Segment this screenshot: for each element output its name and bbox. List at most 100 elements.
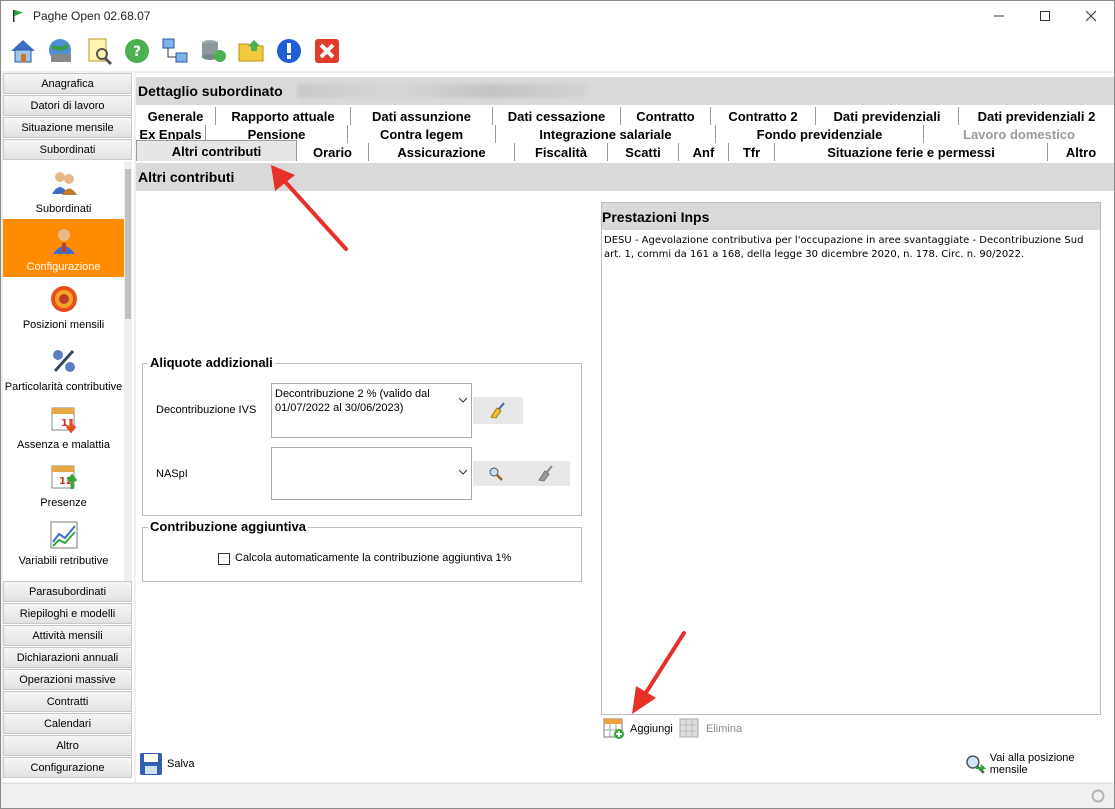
tab-dati-previdenziali-2[interactable]: Dati previdenziali 2 [959, 107, 1114, 125]
nav-altro[interactable]: Altro [3, 735, 132, 756]
sub-item-label: Variabili retributive [18, 555, 109, 567]
tab-orario[interactable]: Orario [297, 143, 369, 161]
title-bar: Paghe Open 02.68.07 [1, 1, 1114, 31]
nav-operazioni-massive[interactable]: Operazioni massive [3, 669, 132, 690]
page-title: Dettaglio subordinato [138, 83, 283, 99]
prestazioni-list-item[interactable]: DESU - Agevolazione contributiva per l'o… [603, 234, 1099, 262]
tab-dati-assunzione[interactable]: Dati assunzione [351, 107, 493, 125]
tab-dati-cessazione[interactable]: Dati cessazione [493, 107, 621, 125]
tab-generale[interactable]: Generale [136, 107, 216, 125]
chevron-down-icon [459, 397, 467, 403]
subordinati-panel: Subordinati Configurazione Posizioni men… [3, 161, 132, 581]
prestazioni-header: Prestazioni Inps [602, 203, 1100, 230]
exit-button[interactable] [309, 33, 345, 69]
tab-fondo-previdenziale[interactable]: Fondo previdenziale [716, 125, 924, 143]
goto-label: Vai alla posizione mensile [989, 752, 1075, 776]
tab-altri-contributi[interactable]: Altri contributi [136, 140, 297, 161]
search-document-button[interactable] [81, 33, 117, 69]
naspi-select[interactable] [271, 447, 472, 500]
nav-datori-di-lavoro[interactable]: Datori di lavoro [3, 95, 132, 116]
tab-contratto-2[interactable]: Contratto 2 [711, 107, 816, 125]
minimize-icon [994, 15, 1004, 17]
home-icon [11, 40, 35, 63]
broom-icon[interactable] [536, 464, 554, 483]
nav-situazione-mensile[interactable]: Situazione mensile [3, 117, 132, 138]
target-icon [50, 286, 77, 312]
nav-calendari[interactable]: Calendari [3, 713, 132, 734]
contribuzione-checkbox-label[interactable]: Calcola automaticamente la contribuzione… [235, 552, 511, 564]
sub-item-label: Assenza e malattia [17, 439, 110, 451]
maximize-button[interactable] [1022, 1, 1068, 31]
toolbar: ? [1, 31, 1114, 71]
search-icon[interactable] [488, 466, 504, 482]
search-document-icon [88, 38, 113, 66]
sub-item-label: Presenze [40, 497, 87, 509]
add-button[interactable]: Aggiungi [603, 718, 673, 740]
nav-anagrafica[interactable]: Anagrafica [3, 73, 132, 94]
save-button[interactable]: Salva [139, 752, 195, 776]
tab-assicurazione[interactable]: Assicurazione [369, 143, 515, 161]
nav-contratti[interactable]: Contratti [3, 691, 132, 712]
printer-globe-button[interactable] [43, 33, 79, 69]
network-button[interactable] [157, 33, 193, 69]
sub-item-label: Configurazione [26, 261, 101, 273]
decontribuzione-label: Decontribuzione IVS [156, 404, 257, 416]
sub-item-assenza-e-malattia[interactable]: 11 Assenza e malattia [3, 397, 124, 455]
printer-icon [49, 39, 71, 62]
database-sync-icon [202, 40, 226, 62]
sub-item-subordinati[interactable]: Subordinati [3, 161, 124, 219]
nav-riepiloghi-e-modelli[interactable]: Riepiloghi e modelli [3, 603, 132, 624]
sub-item-variabili-retributive[interactable]: Variabili retributive [3, 513, 124, 571]
chart-icon [50, 521, 77, 549]
tab-contratto[interactable]: Contratto [621, 107, 711, 125]
nav-subordinati[interactable]: Subordinati [3, 139, 132, 160]
nav-attivita-mensili[interactable]: Attività mensili [3, 625, 132, 646]
tab-altro[interactable]: Altro [1048, 143, 1114, 161]
aliquote-group: Aliquote addizionali Decontribuzione IVS… [142, 355, 582, 516]
help-button[interactable]: ? [119, 33, 155, 69]
contribuzione-checkbox[interactable] [218, 553, 230, 565]
add-grid-icon [603, 718, 624, 739]
tab-tfr[interactable]: Tfr [729, 143, 775, 161]
search-arrow-icon [966, 755, 986, 774]
chevron-down-icon [459, 469, 467, 475]
help-icon: ? [125, 39, 149, 63]
window-title: Paghe Open 02.68.07 [33, 9, 151, 23]
nav-parasubordinati[interactable]: Parasubordinati [3, 581, 132, 602]
tab-integrazione-salariale[interactable]: Integrazione salariale [496, 125, 716, 143]
info-button[interactable] [271, 33, 307, 69]
tab-situazione-ferie-e-permessi[interactable]: Situazione ferie e permessi [775, 143, 1048, 161]
nav-scrollbar[interactable] [124, 161, 132, 581]
goto-monthly-position-button[interactable]: Vai alla posizione mensile [964, 752, 1114, 776]
decontribuzione-buttons [473, 397, 523, 424]
sub-item-configurazione[interactable]: Configurazione [3, 219, 124, 277]
folder-button[interactable] [233, 33, 269, 69]
tab-rapporto-attuale[interactable]: Rapporto attuale [216, 107, 351, 125]
folder-icon [238, 40, 264, 62]
tab-fiscalita[interactable]: Fiscalità [515, 143, 608, 161]
database-sync-button[interactable] [195, 33, 231, 69]
contribuzione-group: Contribuzione aggiuntiva Calcola automat… [142, 519, 582, 582]
people-icon [51, 172, 77, 195]
minimize-button[interactable] [976, 1, 1022, 31]
decontribuzione-select[interactable]: Decontribuzione 2 % (valido dal 01/07/20… [271, 383, 472, 438]
tab-scatti[interactable]: Scatti [608, 143, 679, 161]
tab-anf[interactable]: Anf [679, 143, 729, 161]
broom-icon[interactable] [488, 401, 506, 420]
nav-configurazione[interactable]: Configurazione [3, 757, 132, 778]
sub-item-particolarita-contributive[interactable]: Particolarità contributive [3, 335, 124, 397]
scrollbar-thumb[interactable] [125, 169, 131, 319]
tab-dati-previdenziali[interactable]: Dati previdenziali [816, 107, 959, 125]
sub-item-label: Subordinati [35, 203, 92, 215]
tab-contra-legem[interactable]: Contra legem [348, 125, 496, 143]
nav-dichiarazioni-annuali[interactable]: Dichiarazioni annuali [3, 647, 132, 668]
sub-item-presenze[interactable]: 12 Presenze [3, 455, 124, 513]
close-button[interactable] [1068, 1, 1114, 31]
app-window: Paghe Open 02.68.07 ? Anagrafica Datori … [0, 0, 1115, 809]
sub-item-posizioni-mensili[interactable]: Posizioni mensili [3, 277, 124, 335]
calendar-up-icon: 12 [51, 465, 77, 489]
busy-indicator-icon [1091, 789, 1105, 803]
home-button[interactable] [5, 33, 41, 69]
redacted-employee-name [296, 84, 587, 98]
person-gear-icon [52, 229, 75, 254]
